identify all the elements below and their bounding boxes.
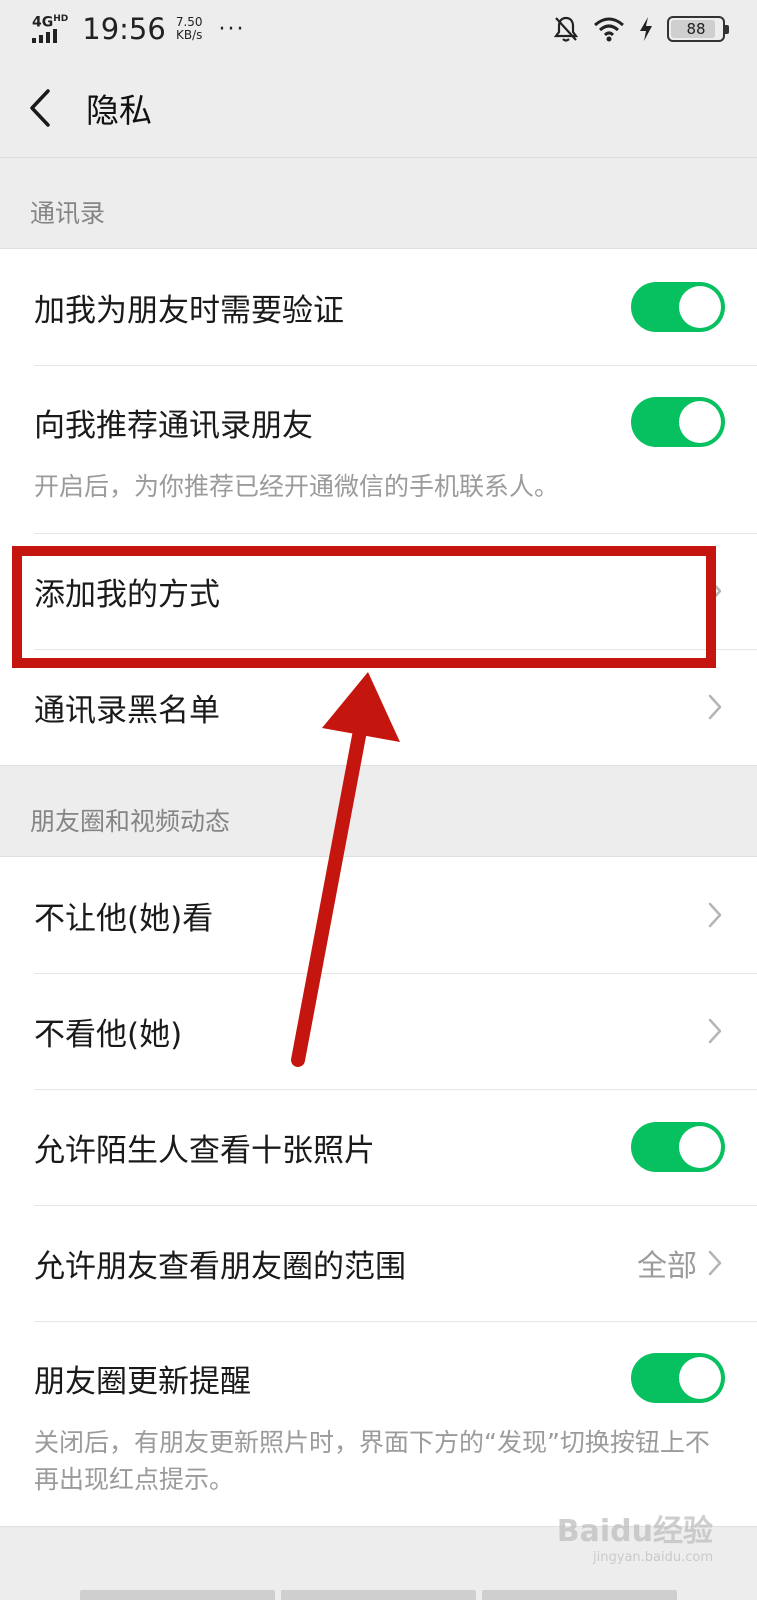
toggle-knob [679,1357,721,1400]
row-label: 朋友圈更新提醒 [34,1363,251,1400]
bottom-edge [0,1590,757,1600]
row-label: 不看他(她) [34,1016,183,1053]
section-header-contacts: 通讯录 [30,199,106,228]
watermark-logo: Baidu经验 jingyan.baidu.com [556,1514,713,1565]
back-button[interactable] [28,83,68,133]
row-update-reminder: 朋友圈更新提醒 关闭后，有朋友更新照片时，界面下方的“发现”切换按钮上不再出现红… [0,1321,757,1526]
row-blacklist[interactable]: 通讯录黑名单 [0,649,757,765]
verify-toggle[interactable] [631,282,725,332]
row-dont-see[interactable]: 不看他(她) [0,973,757,1089]
watermark-text: Baidu经验 [556,1514,713,1549]
chevron-right-icon [707,576,725,606]
row-label: 通讯录黑名单 [34,692,220,729]
page-title: 隐私 [86,90,152,130]
row-hide-from[interactable]: 不让他(她)看 [0,857,757,973]
clock: 19:56 [82,12,166,46]
row-label: 向我推荐通讯录朋友 [34,407,313,444]
range-value: 全部 [637,1249,697,1285]
row-label: 允许陌生人查看十张照片 [34,1132,375,1169]
row-recommend: 向我推荐通讯录朋友 开启后，为你推荐已经开通微信的手机联系人。 [0,365,757,533]
chevron-right-icon [707,1248,725,1278]
chevron-right-icon [707,1016,725,1046]
row-stranger-photos: 允许陌生人查看十张照片 [0,1089,757,1205]
nav-bar: 隐私 [0,58,757,158]
toggle-knob [679,286,721,328]
section-header-moments: 朋友圈和视频动态 [30,807,231,837]
row-label: 加我为朋友时需要验证 [34,292,344,329]
battery-level: 88 [686,20,706,38]
row-verify: 加我为朋友时需要验证 [0,249,757,365]
more-notifications: ··· [218,16,246,42]
toggle-knob [679,401,721,443]
update-reminder-toggle[interactable] [631,1353,725,1404]
row-label: 添加我的方式 [34,576,220,613]
recommend-toggle[interactable] [631,397,725,447]
row-description: 关闭后，有朋友更新照片时，界面下方的“发现”切换按钮上不再出现红点提示。 [34,1428,710,1494]
network-sup: HD [53,13,69,24]
wifi-icon [594,17,624,42]
network-indicator: 4GHD [32,13,69,44]
battery-icon: 88 [667,16,729,42]
network-speed: 7.50 KB/s [175,15,203,42]
network-type: 4G [32,14,54,31]
charging-icon [640,17,652,41]
row-label: 不让他(她)看 [34,900,214,937]
status-bar: 4GHD 19:56 7.50 KB/s ··· 88 [0,0,757,58]
toggle-knob [679,1126,721,1169]
row-label: 允许朋友查看朋友圈的范围 [34,1248,406,1285]
chevron-right-icon [707,900,725,930]
row-add-methods[interactable]: 添加我的方式 [0,533,757,649]
contacts-group: 加我为朋友时需要验证 向我推荐通讯录朋友 开启后，为你推荐已经开通微信的手机联系… [0,248,757,767]
row-description: 开启后，为你推荐已经开通微信的手机联系人。 [34,472,560,501]
stranger-photos-toggle[interactable] [631,1122,725,1173]
bell-off-icon [553,16,579,42]
row-moments-range[interactable]: 允许朋友查看朋友圈的范围 全部 [0,1205,757,1321]
back-arrow-icon [30,88,50,127]
watermark-url: jingyan.baidu.com [593,1550,713,1565]
speed-unit: KB/s [175,28,203,42]
status-right: 88 [553,15,729,43]
status-left: 4GHD 19:56 7.50 KB/s ··· [32,12,246,46]
moments-group: 不让他(她)看 不看他(她) 允许陌生人查看十张照片 允许朋友查看朋友圈的范围 … [0,856,757,1527]
signal-icon [32,29,57,44]
chevron-right-icon [707,692,725,722]
